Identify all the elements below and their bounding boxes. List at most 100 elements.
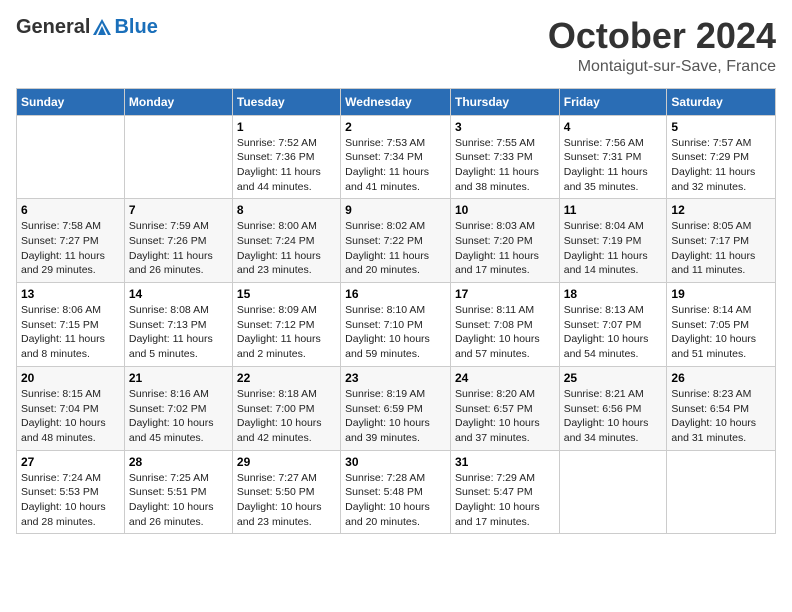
day-number: 8 xyxy=(237,203,336,217)
day-info: Sunrise: 7:55 AMSunset: 7:33 PMDaylight:… xyxy=(455,136,555,195)
day-number: 16 xyxy=(345,287,446,301)
col-header-monday: Monday xyxy=(124,88,232,115)
day-number: 22 xyxy=(237,371,336,385)
month-title: October 2024 xyxy=(548,16,776,56)
day-number: 11 xyxy=(564,203,663,217)
day-info: Sunrise: 7:56 AMSunset: 7:31 PMDaylight:… xyxy=(564,136,663,195)
calendar-cell: 6 Sunrise: 7:58 AMSunset: 7:27 PMDaylight… xyxy=(17,199,125,283)
calendar-week-5: 27 Sunrise: 7:24 AMSunset: 5:53 PMDayligh… xyxy=(17,450,776,534)
day-number: 20 xyxy=(21,371,120,385)
calendar-cell: 25Sunrise: 8:21 AMSunset: 6:56 PMDayligh… xyxy=(559,366,667,450)
day-number: 29 xyxy=(237,455,336,469)
day-number: 31 xyxy=(455,455,555,469)
day-info: Sunrise: 7:52 AMSunset: 7:36 PMDaylight:… xyxy=(237,136,336,195)
calendar-cell: 1Sunrise: 7:52 AMSunset: 7:36 PMDaylight… xyxy=(232,115,340,199)
calendar-cell: 8 Sunrise: 8:00 AMSunset: 7:24 PMDaylight… xyxy=(232,199,340,283)
day-number: 5 xyxy=(671,120,771,134)
calendar-cell xyxy=(17,115,125,199)
calendar-cell: 10 Sunrise: 8:03 AMSunset: 7:20 PMDayligh… xyxy=(450,199,559,283)
col-header-sunday: Sunday xyxy=(17,88,125,115)
day-number: 9 xyxy=(345,203,446,217)
calendar-cell: 20Sunrise: 8:15 AMSunset: 7:04 PMDayligh… xyxy=(17,366,125,450)
calendar-cell: 4 Sunrise: 7:56 AMSunset: 7:31 PMDaylight… xyxy=(559,115,667,199)
col-header-wednesday: Wednesday xyxy=(341,88,451,115)
calendar-cell xyxy=(559,450,667,534)
calendar-cell: 5Sunrise: 7:57 AMSunset: 7:29 PMDaylight… xyxy=(667,115,776,199)
calendar-cell: 11 Sunrise: 8:04 AMSunset: 7:19 PMDayligh… xyxy=(559,199,667,283)
calendar-cell: 13Sunrise: 8:06 AMSunset: 7:15 PMDayligh… xyxy=(17,283,125,367)
calendar-cell: 30 Sunrise: 7:28 AMSunset: 5:48 PMDayligh… xyxy=(341,450,451,534)
calendar-week-3: 13Sunrise: 8:06 AMSunset: 7:15 PMDayligh… xyxy=(17,283,776,367)
calendar-cell: 14 Sunrise: 8:08 AMSunset: 7:13 PMDayligh… xyxy=(124,283,232,367)
col-header-saturday: Saturday xyxy=(667,88,776,115)
calendar-cell: 31 Sunrise: 7:29 AMSunset: 5:47 PMDayligh… xyxy=(450,450,559,534)
day-number: 4 xyxy=(564,120,663,134)
page-header: General Blue October 2024 Montaigut-sur-… xyxy=(16,16,776,76)
calendar-cell: 22 Sunrise: 8:18 AMSunset: 7:00 PMDayligh… xyxy=(232,366,340,450)
day-number: 7 xyxy=(129,203,228,217)
day-info: Sunrise: 8:20 AMSunset: 6:57 PMDaylight:… xyxy=(455,387,555,446)
calendar-cell: 15 Sunrise: 8:09 AMSunset: 7:12 PMDayligh… xyxy=(232,283,340,367)
day-info: Sunrise: 7:28 AMSunset: 5:48 PMDaylight:… xyxy=(345,471,446,530)
day-info: Sunrise: 8:02 AMSunset: 7:22 PMDaylight:… xyxy=(345,219,446,278)
day-info: Sunrise: 8:08 AMSunset: 7:13 PMDaylight:… xyxy=(129,303,228,362)
day-info: Sunrise: 7:27 AMSunset: 5:50 PMDaylight:… xyxy=(237,471,336,530)
calendar-cell xyxy=(667,450,776,534)
day-info: Sunrise: 8:23 AMSunset: 6:54 PMDaylight:… xyxy=(671,387,771,446)
day-number: 23 xyxy=(345,371,446,385)
logo-icon xyxy=(91,17,113,39)
calendar-header-row: SundayMondayTuesdayWednesdayThursdayFrid… xyxy=(17,88,776,115)
calendar-cell: 27 Sunrise: 7:24 AMSunset: 5:53 PMDayligh… xyxy=(17,450,125,534)
day-info: Sunrise: 8:09 AMSunset: 7:12 PMDaylight:… xyxy=(237,303,336,362)
day-number: 10 xyxy=(455,203,555,217)
location-title: Montaigut-sur-Save, France xyxy=(548,58,776,76)
day-number: 13 xyxy=(21,287,120,301)
day-number: 18 xyxy=(564,287,663,301)
day-number: 6 xyxy=(21,203,120,217)
day-info: Sunrise: 7:29 AMSunset: 5:47 PMDaylight:… xyxy=(455,471,555,530)
day-info: Sunrise: 7:24 AMSunset: 5:53 PMDaylight:… xyxy=(21,471,120,530)
day-info: Sunrise: 8:19 AMSunset: 6:59 PMDaylight:… xyxy=(345,387,446,446)
calendar-week-4: 20Sunrise: 8:15 AMSunset: 7:04 PMDayligh… xyxy=(17,366,776,450)
calendar-cell: 23 Sunrise: 8:19 AMSunset: 6:59 PMDayligh… xyxy=(341,366,451,450)
day-info: Sunrise: 8:10 AMSunset: 7:10 PMDaylight:… xyxy=(345,303,446,362)
calendar-cell xyxy=(124,115,232,199)
calendar-cell: 28Sunrise: 7:25 AMSunset: 5:51 PMDayligh… xyxy=(124,450,232,534)
day-number: 15 xyxy=(237,287,336,301)
calendar-table: SundayMondayTuesdayWednesdayThursdayFrid… xyxy=(16,88,776,535)
calendar-cell: 19 Sunrise: 8:14 AMSunset: 7:05 PMDayligh… xyxy=(667,283,776,367)
calendar-cell: 2Sunrise: 7:53 AMSunset: 7:34 PMDaylight… xyxy=(341,115,451,199)
day-info: Sunrise: 8:14 AMSunset: 7:05 PMDaylight:… xyxy=(671,303,771,362)
calendar-cell: 29 Sunrise: 7:27 AMSunset: 5:50 PMDayligh… xyxy=(232,450,340,534)
calendar-cell: 7 Sunrise: 7:59 AMSunset: 7:26 PMDaylight… xyxy=(124,199,232,283)
day-info: Sunrise: 8:16 AMSunset: 7:02 PMDaylight:… xyxy=(129,387,228,446)
col-header-thursday: Thursday xyxy=(450,88,559,115)
day-number: 12 xyxy=(671,203,771,217)
calendar-cell: 9 Sunrise: 8:02 AMSunset: 7:22 PMDaylight… xyxy=(341,199,451,283)
day-number: 24 xyxy=(455,371,555,385)
day-info: Sunrise: 8:18 AMSunset: 7:00 PMDaylight:… xyxy=(237,387,336,446)
col-header-tuesday: Tuesday xyxy=(232,88,340,115)
day-info: Sunrise: 7:58 AMSunset: 7:27 PMDaylight:… xyxy=(21,219,120,278)
calendar-cell: 17Sunrise: 8:11 AMSunset: 7:08 PMDayligh… xyxy=(450,283,559,367)
day-number: 17 xyxy=(455,287,555,301)
day-number: 21 xyxy=(129,371,228,385)
calendar-cell: 12 Sunrise: 8:05 AMSunset: 7:17 PMDayligh… xyxy=(667,199,776,283)
day-info: Sunrise: 8:00 AMSunset: 7:24 PMDaylight:… xyxy=(237,219,336,278)
day-info: Sunrise: 8:05 AMSunset: 7:17 PMDaylight:… xyxy=(671,219,771,278)
day-number: 14 xyxy=(129,287,228,301)
calendar-cell: 21 Sunrise: 8:16 AMSunset: 7:02 PMDayligh… xyxy=(124,366,232,450)
day-number: 28 xyxy=(129,455,228,469)
col-header-friday: Friday xyxy=(559,88,667,115)
day-info: Sunrise: 8:04 AMSunset: 7:19 PMDaylight:… xyxy=(564,219,663,278)
calendar-cell: 18 Sunrise: 8:13 AMSunset: 7:07 PMDayligh… xyxy=(559,283,667,367)
day-number: 30 xyxy=(345,455,446,469)
day-number: 3 xyxy=(455,120,555,134)
day-info: Sunrise: 8:21 AMSunset: 6:56 PMDaylight:… xyxy=(564,387,663,446)
day-number: 27 xyxy=(21,455,120,469)
logo: General Blue xyxy=(16,16,158,39)
day-number: 19 xyxy=(671,287,771,301)
day-info: Sunrise: 7:59 AMSunset: 7:26 PMDaylight:… xyxy=(129,219,228,278)
day-info: Sunrise: 8:03 AMSunset: 7:20 PMDaylight:… xyxy=(455,219,555,278)
day-info: Sunrise: 8:13 AMSunset: 7:07 PMDaylight:… xyxy=(564,303,663,362)
